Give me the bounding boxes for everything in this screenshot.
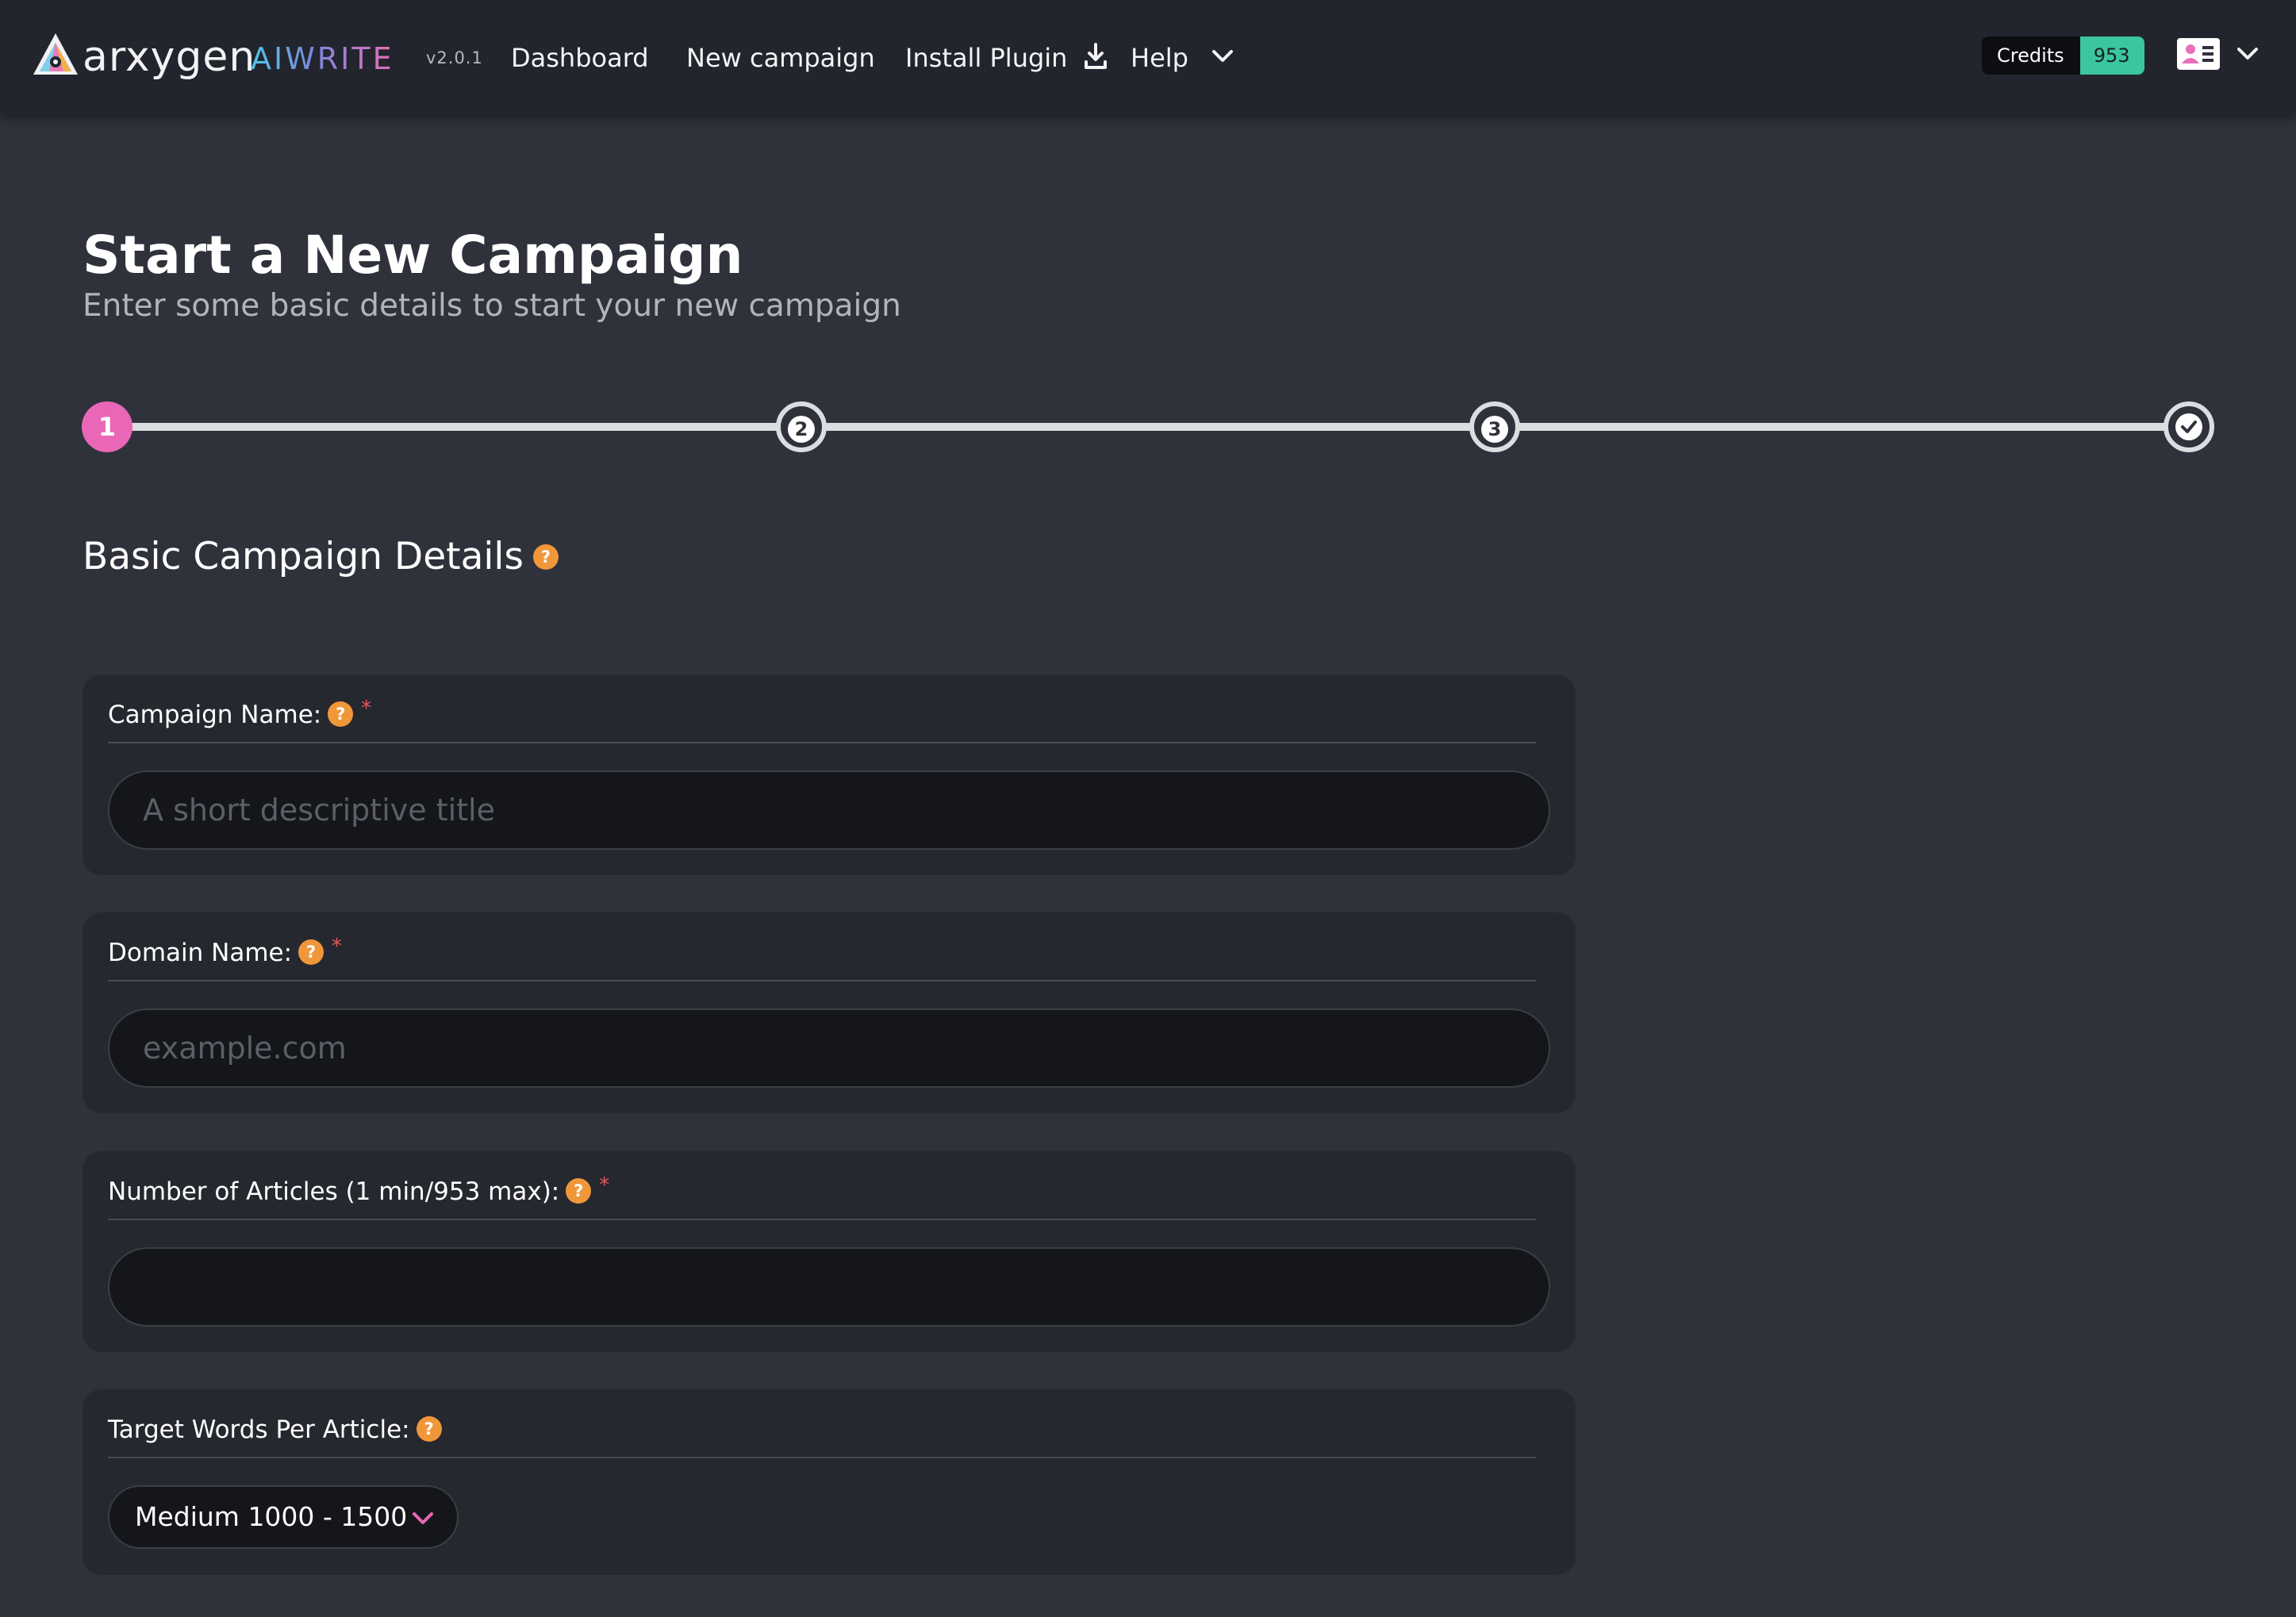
step-1[interactable]: 1 [82,401,132,452]
brand-name: arxygen [83,33,256,81]
domain-name-input[interactable] [108,1008,1550,1088]
app-version: v2.0.1 [426,48,483,67]
target-words-selected-value: Medium 1000 - 1500 [135,1501,408,1532]
nav-dashboard-link[interactable]: Dashboard [511,40,649,76]
product-name: AIWRITE [251,41,394,76]
user-account-menu[interactable] [2177,36,2258,76]
step-2[interactable]: 2 [776,401,827,452]
help-icon[interactable]: ? [298,939,324,965]
credits-badge: Credits 953 [1982,36,2144,75]
download-icon [1084,43,1107,69]
required-marker: * [332,935,343,958]
credits-value: 953 [2079,36,2144,75]
stepper-connector [1511,423,2173,431]
field-divider [108,742,1536,743]
chevron-down-icon [2237,48,2258,60]
section-title-text: Basic Campaign Details [83,535,524,578]
step-3[interactable]: 3 [1469,401,1520,452]
field-divider [108,1457,1536,1458]
number-of-articles-card: Number of Articles (1 min/953 max):? * [83,1151,1576,1352]
number-of-articles-input[interactable] [108,1247,1550,1327]
help-icon[interactable]: ? [416,1415,442,1442]
section-title: Basic Campaign Details? [83,533,559,581]
chevron-down-icon [1212,50,1234,62]
step-1-label: 1 [98,412,117,442]
nav-install-plugin-link[interactable]: Install Plugin [905,40,1108,76]
field-divider [108,1219,1536,1220]
check-icon [2175,413,2202,440]
domain-name-label: Domain Name:? * [108,936,342,970]
domain-name-label-text: Domain Name: [108,939,293,967]
campaign-name-label: Campaign Name:? * [108,698,371,732]
number-of-articles-label-text: Number of Articles (1 min/953 max): [108,1177,560,1206]
step-2-label: 2 [788,416,815,443]
campaign-name-input[interactable] [108,770,1550,850]
nav-new-campaign-link[interactable]: New campaign [686,40,875,76]
page-title: Start a New Campaign [83,225,743,286]
user-card-icon [2177,38,2220,70]
nav-help-label: Help [1131,43,1188,73]
target-words-label: Target Words Per Article:? [108,1413,442,1446]
page-subtitle: Enter some basic details to start your n… [83,288,901,324]
number-of-articles-label: Number of Articles (1 min/953 max):? * [108,1175,609,1208]
help-icon[interactable]: ? [566,1177,592,1204]
domain-name-card: Domain Name:? * [83,912,1576,1113]
help-icon[interactable]: ? [532,543,559,570]
step-3-label: 3 [1481,416,1508,443]
target-words-label-text: Target Words Per Article: [108,1415,410,1444]
nav-install-plugin-label: Install Plugin [905,43,1068,73]
required-marker: * [599,1173,610,1197]
stepper-connector [817,423,1479,431]
credits-label: Credits [1982,36,2080,75]
target-words-select[interactable]: Medium 1000 - 1500 [108,1485,459,1549]
logo-mark-icon [33,33,78,75]
brand-logo[interactable]: arxygen AIWRITE [32,30,397,86]
nav-help-dropdown[interactable]: Help [1131,40,1234,76]
field-divider [108,980,1536,981]
step-finish[interactable] [2164,401,2214,452]
stepper-connector [119,423,785,431]
campaign-name-card: Campaign Name:? * [83,674,1576,875]
top-navigation-bar: arxygen AIWRITE v2.0.1 Dashboard New cam… [0,0,2296,116]
campaign-name-label-text: Campaign Name: [108,701,322,729]
required-marker: * [361,697,372,720]
help-icon[interactable]: ? [328,701,354,727]
chevron-down-icon [413,1512,433,1524]
target-words-card: Target Words Per Article:? Medium 1000 -… [83,1389,1576,1575]
